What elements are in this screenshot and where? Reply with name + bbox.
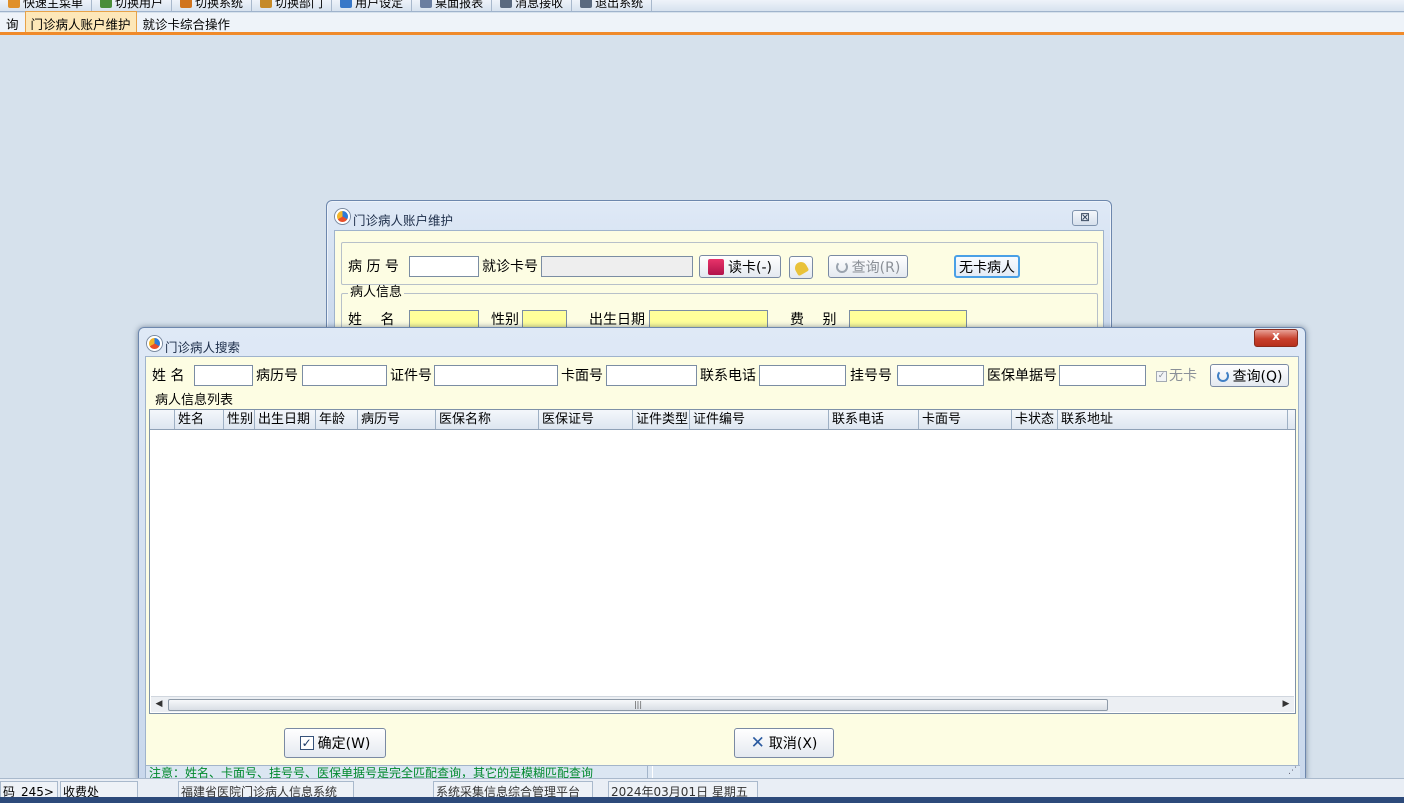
system-icon [180, 0, 193, 8]
toolbar-item-3[interactable]: 切换部门 [252, 0, 333, 11]
column-header[interactable]: 出生日期 [255, 410, 316, 429]
toolbar-item-label: 桌面报表 [435, 0, 484, 10]
toolbar-item-label: 消息接收 [515, 0, 564, 10]
column-header[interactable]: 证件类型 [633, 410, 690, 429]
tab-strip: 询 门诊病人账户维护 就诊卡综合操作 [0, 11, 1404, 35]
toolbar-item-label: 用户设定 [355, 0, 404, 10]
scroll-left-icon[interactable]: ◀ [151, 697, 167, 712]
patient-table: 姓名 性别 出生日期 年龄 病历号 医保名称 医保证号 证件类型 证件编号 联系电话 卡面号 卡状态联… [149, 409, 1296, 714]
toolbar-item-2[interactable]: 切换系统 [172, 0, 253, 11]
search-id-input[interactable] [434, 365, 558, 386]
patient-list-group: 病人信息列表 姓名 性别 出生日期 年龄 病历号 医保名称 医保证号 证件类型 证件编号 联系电话… [149, 393, 1296, 716]
search-reg-label: 挂号号 [850, 368, 892, 384]
no-card-patient-button[interactable]: 无卡病人 [954, 255, 1020, 278]
tab-card-operations[interactable]: 就诊卡综合操作 [137, 11, 237, 32]
search-window-close-button[interactable]: x [1254, 329, 1298, 347]
toolbar-item-label: 切换系统 [195, 0, 244, 10]
search-window-title: 门诊病人搜索 [165, 340, 241, 355]
account-window-body: 病 历 号 就诊卡号 读卡(-) 查询(R) 无卡病人 病人信息 姓 名 性别 [334, 230, 1104, 342]
report-icon [420, 0, 433, 8]
column-header[interactable]: 姓名 [175, 410, 224, 429]
row-indicator-header [150, 410, 175, 429]
search-name-label: 姓 名 [152, 368, 185, 384]
scroll-right-icon[interactable]: ▶ [1278, 697, 1294, 712]
search-name-input[interactable] [194, 365, 253, 386]
tab-account-maintenance[interactable]: 门诊病人账户维护 [24, 11, 137, 32]
search-record-input[interactable] [302, 365, 387, 386]
search-query-button[interactable]: 查询(Q) [1210, 364, 1289, 387]
horizontal-scrollbar[interactable]: ◀ ||| ▶ [151, 696, 1294, 712]
search-reg-input[interactable] [897, 365, 984, 386]
record-no-input[interactable] [409, 256, 479, 277]
toolbar-item-7[interactable]: 退出系统 [572, 0, 653, 11]
taskbar-strip [0, 797, 1404, 803]
toolbar-item-0[interactable]: 快速主菜单 [0, 0, 93, 11]
toolbar-item-6[interactable]: 消息接收 [492, 0, 573, 11]
toolbar-item-label: 退出系统 [595, 0, 644, 10]
exit-icon [580, 0, 593, 8]
toolbar-item-label: 快速主菜单 [23, 0, 84, 10]
message-icon [500, 0, 513, 8]
clear-button[interactable] [789, 256, 813, 279]
column-header[interactable]: 医保名称 [436, 410, 539, 429]
refresh-icon [835, 260, 848, 273]
app-logo-icon [147, 336, 162, 351]
column-header[interactable]: 年龄 [316, 410, 358, 429]
account-query-button[interactable]: 查询(R) [828, 255, 908, 278]
ok-button[interactable]: ✓ 确定(W) [284, 728, 386, 758]
resize-grip-icon[interactable]: ⋰ [1288, 766, 1297, 776]
search-group: 病 历 号 就诊卡号 读卡(-) 查询(R) 无卡病人 [341, 242, 1098, 285]
card-reader-icon [708, 258, 724, 275]
search-card-label: 卡面号 [561, 368, 603, 384]
toolbar-item-label: 切换部门 [275, 0, 324, 10]
scroll-thumb[interactable]: ||| [168, 699, 1108, 711]
search-phone-input[interactable] [759, 365, 846, 386]
patient-info-group-label: 病人信息 [348, 285, 405, 300]
patient-list-label: 病人信息列表 [153, 393, 236, 408]
card-no-input[interactable] [541, 256, 693, 277]
tab-query[interactable]: 询 [0, 11, 25, 32]
cancel-x-icon: ✕ [750, 733, 765, 753]
account-window-title: 门诊病人账户维护 [353, 213, 454, 228]
search-id-label: 证件号 [390, 368, 432, 384]
column-header[interactable]: 病历号 [358, 410, 436, 429]
column-header[interactable]: 卡状态 [1012, 410, 1058, 429]
column-header[interactable]: 医保证号 [539, 410, 633, 429]
user-icon [100, 0, 113, 8]
no-card-checkbox[interactable]: ✓ 无卡 [1156, 367, 1197, 385]
account-window-close-button[interactable]: ⊠ [1072, 210, 1098, 226]
account-window: 门诊病人账户维护 ⊠ 病 历 号 就诊卡号 读卡(-) 查询(R) 无卡病人 病… [326, 200, 1112, 342]
patient-search-window: 门诊病人搜索 x 姓 名 病历号 证件号 卡面号 联系电话 挂号号 医保单据号 … [138, 327, 1306, 781]
column-header[interactable]: 卡面号 [919, 410, 1012, 429]
record-no-label: 病 历 号 [348, 259, 399, 275]
cancel-button[interactable]: ✕ 取消(X) [734, 728, 834, 758]
home-icon [8, 0, 20, 8]
column-header[interactable]: 证件编号 [690, 410, 829, 429]
search-record-label: 病历号 [256, 368, 298, 384]
checkbox-checked-icon: ✓ [1156, 370, 1167, 382]
toolbar-item-4[interactable]: 用户设定 [332, 0, 413, 11]
search-insurance-input[interactable] [1059, 365, 1146, 386]
column-header[interactable]: 性别 [224, 410, 255, 429]
broom-icon [792, 259, 810, 276]
toolbar-item-1[interactable]: 切换用户 [92, 0, 173, 11]
read-card-button[interactable]: 读卡(-) [699, 255, 781, 278]
table-header: 姓名 性别 出生日期 年龄 病历号 医保名称 医保证号 证件类型 证件编号 联系电话 卡面号 卡状态联… [150, 410, 1295, 430]
search-phone-label: 联系电话 [700, 368, 756, 384]
search-card-input[interactable] [606, 365, 697, 386]
search-insurance-label: 医保单据号 [987, 368, 1057, 384]
app-logo-icon [335, 209, 350, 224]
search-window-body: 姓 名 病历号 证件号 卡面号 联系电话 挂号号 医保单据号 ✓ 无卡 查询(Q… [145, 356, 1300, 781]
column-header[interactable]: 联系地址 [1058, 410, 1288, 429]
settings-icon [340, 0, 353, 8]
card-no-label: 就诊卡号 [482, 259, 538, 275]
column-header[interactable]: 联系电话 [829, 410, 919, 429]
check-icon: ✓ [299, 736, 314, 750]
toolbar-item-label: 切换用户 [115, 0, 164, 10]
toolbar-item-5[interactable]: 桌面报表 [412, 0, 493, 11]
dept-icon [260, 0, 273, 8]
refresh-icon [1216, 369, 1229, 382]
